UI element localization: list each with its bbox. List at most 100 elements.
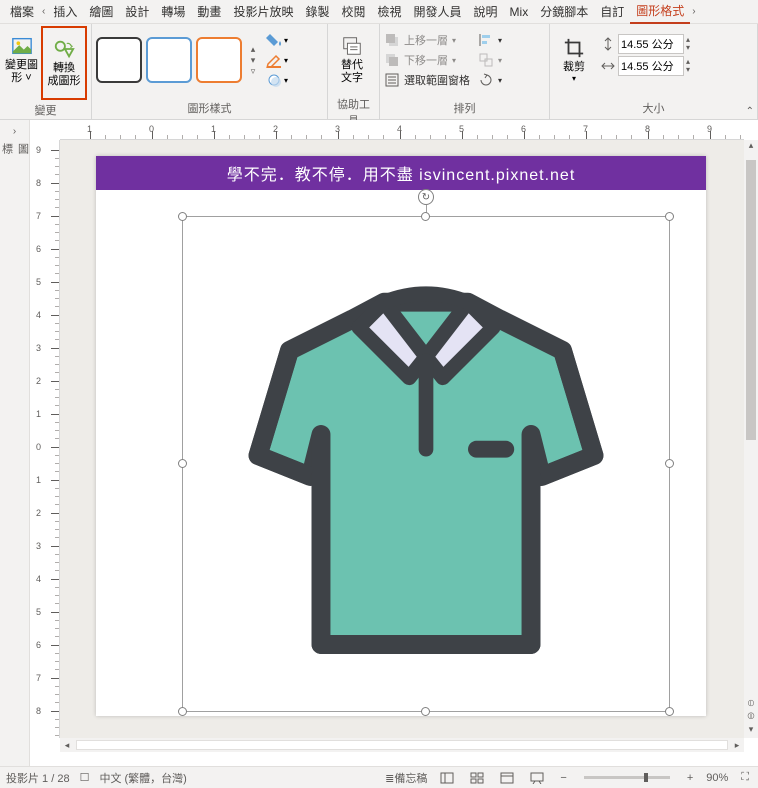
group-arrange-label: 排列 xyxy=(384,98,545,119)
graphic-outline-button[interactable]: ▾ xyxy=(266,50,302,70)
group-change-label: 變更 xyxy=(4,100,87,121)
tab-record[interactable]: 錄製 xyxy=(299,0,335,23)
style-swatch-1[interactable] xyxy=(96,37,142,83)
change-graphic-button[interactable]: 變更圖 形 ˅ xyxy=(4,26,39,94)
tab-slideshow[interactable]: 投影片放映 xyxy=(227,0,299,23)
resize-handle-tr[interactable] xyxy=(665,212,674,221)
tab-draw[interactable]: 繪圖 xyxy=(83,0,119,23)
tab-scroll-left[interactable]: ‹ xyxy=(40,6,47,17)
tab-transition[interactable]: 轉場 xyxy=(155,0,191,23)
zoom-in-button[interactable]: + xyxy=(684,772,696,784)
tab-review[interactable]: 校閱 xyxy=(335,0,371,23)
tab-mix[interactable]: Mix xyxy=(504,2,535,22)
next-slide-button[interactable]: ⦷ xyxy=(747,711,754,722)
scroll-down-button[interactable]: ▾ xyxy=(744,724,758,738)
selection-pane-label: 選取範圍窗格 xyxy=(404,72,470,88)
zoom-out-button[interactable]: − xyxy=(557,772,569,784)
resize-handle-tl[interactable] xyxy=(178,212,187,221)
scroll-up-button[interactable]: ▴ xyxy=(744,140,758,154)
expand-thumbnails-button[interactable]: › xyxy=(13,126,16,137)
crop-icon xyxy=(563,37,585,59)
horizontal-scrollbar[interactable]: ◂ ▸ xyxy=(60,738,744,752)
height-spin-down[interactable]: ▾ xyxy=(686,44,690,52)
rotate-icon xyxy=(478,72,494,88)
align-button[interactable]: ▾ xyxy=(478,30,502,50)
tab-graphic-format[interactable]: 圖形格式 xyxy=(630,0,690,24)
tab-file[interactable]: 檔案 xyxy=(4,0,40,23)
convert-to-shape-button[interactable]: 轉換 成圖形 xyxy=(44,29,84,97)
resize-handle-br[interactable] xyxy=(665,707,674,716)
resize-handle-bl[interactable] xyxy=(178,707,187,716)
tab-animation[interactable]: 動畫 xyxy=(191,0,227,23)
group-change: 變更圖 形 ˅ 轉換 成圖形 變更 xyxy=(0,24,92,119)
width-icon xyxy=(600,58,616,74)
work-area: › 圖 標 10123456789 987654321012345678 學不完… xyxy=(0,120,758,766)
resize-handle-mr[interactable] xyxy=(665,459,674,468)
normal-view-button[interactable] xyxy=(437,770,457,786)
gallery-more[interactable]: ▴▾▿ xyxy=(246,44,260,77)
width-input[interactable] xyxy=(618,56,684,76)
thumbnail-panel-collapsed: › 圖 標 xyxy=(0,120,30,766)
width-spin-down[interactable]: ▾ xyxy=(686,66,690,74)
horizontal-ruler: 10123456789 xyxy=(60,120,744,140)
alt-text-button[interactable]: 替代 文字 xyxy=(332,26,372,94)
style-swatch-2[interactable] xyxy=(146,37,192,83)
ribbon-tabs: 檔案 ‹ 插入 繪圖 設計 轉場 動畫 投影片放映 錄製 校閱 檢視 開發人員 … xyxy=(0,0,758,24)
slide-area[interactable]: 學不完．教不停．用不盡 isvincent.pixnet.net xyxy=(60,140,744,738)
sorter-view-button[interactable] xyxy=(467,770,487,786)
rotate-button[interactable]: ▾ xyxy=(478,70,502,90)
crop-button[interactable]: 裁剪▾ xyxy=(554,26,594,94)
tab-custom[interactable]: 自訂 xyxy=(594,0,630,23)
ribbon: 變更圖 形 ˅ 轉換 成圖形 變更 ▴▾▿ ▾ xyxy=(0,24,758,120)
accessibility-check-icon[interactable]: ☐ xyxy=(80,771,90,784)
selection-pane-button[interactable]: 選取範圍窗格 xyxy=(384,70,470,90)
panel-label: 圖 標 xyxy=(0,143,31,154)
graphic-fill-button[interactable]: ▾ xyxy=(266,30,302,50)
tab-scroll-right[interactable]: › xyxy=(690,6,697,17)
group-style-label: 圖形樣式 xyxy=(96,98,323,119)
ribbon-collapse-button[interactable]: ⌃ xyxy=(746,106,754,117)
group-icon xyxy=(478,52,494,68)
resize-handle-ml[interactable] xyxy=(178,459,187,468)
vertical-scrollbar[interactable]: ▴ ⦶ ⦷ ▾ xyxy=(744,140,758,738)
convert-shapes-icon xyxy=(53,38,75,60)
vscroll-thumb[interactable] xyxy=(746,160,756,440)
scroll-left-button[interactable]: ◂ xyxy=(60,740,74,751)
send-backward-button[interactable]: 下移一層▾ xyxy=(384,50,470,70)
zoom-percent[interactable]: 90% xyxy=(706,772,728,784)
zoom-slider[interactable] xyxy=(584,776,670,779)
tab-view[interactable]: 檢視 xyxy=(371,0,407,23)
picture-icon xyxy=(11,35,33,57)
tab-design[interactable]: 設計 xyxy=(119,0,155,23)
slideshow-view-button[interactable] xyxy=(527,770,547,786)
style-swatch-3[interactable] xyxy=(196,37,242,83)
hscroll-track[interactable] xyxy=(76,740,728,750)
tab-developer[interactable]: 開發人員 xyxy=(408,0,468,23)
bring-forward-button[interactable]: 上移一層▾ xyxy=(384,30,470,50)
notes-button[interactable]: ≣備忘稿 xyxy=(385,770,427,786)
selection-box[interactable] xyxy=(182,216,670,712)
height-input[interactable] xyxy=(618,34,684,54)
style-gallery[interactable]: ▴▾▿ xyxy=(96,30,260,90)
tab-insert[interactable]: 插入 xyxy=(47,0,83,23)
tab-help[interactable]: 說明 xyxy=(468,0,504,23)
convert-shape-highlight: 轉換 成圖形 xyxy=(41,26,87,100)
slide-counter[interactable]: 投影片 1 / 28 xyxy=(6,770,70,786)
convert-shape-label: 轉換 成圖形 xyxy=(48,62,81,88)
resize-handle-bm[interactable] xyxy=(421,707,430,716)
resize-handle-tm[interactable] xyxy=(421,212,430,221)
rotate-handle[interactable] xyxy=(418,189,434,205)
selection-pane-icon xyxy=(384,72,400,88)
alt-text-label: 替代 文字 xyxy=(341,59,363,85)
reading-view-button[interactable] xyxy=(497,770,517,786)
fit-to-window-button[interactable]: ⛶ xyxy=(738,771,752,784)
graphic-effects-button[interactable]: ▾ xyxy=(266,70,302,90)
group-button[interactable]: ▾ xyxy=(478,50,502,70)
slide-banner: 學不完．教不停．用不盡 isvincent.pixnet.net xyxy=(96,156,706,190)
prev-slide-button[interactable]: ⦶ xyxy=(748,698,755,709)
tab-storyboard[interactable]: 分鏡腳本 xyxy=(534,0,594,23)
language-indicator[interactable]: 中文 (繁體，台灣) xyxy=(99,770,186,786)
group-accessibility: 替代 文字 協助工具 xyxy=(328,24,380,119)
zoom-knob[interactable] xyxy=(644,773,648,782)
scroll-right-button[interactable]: ▸ xyxy=(730,740,744,751)
